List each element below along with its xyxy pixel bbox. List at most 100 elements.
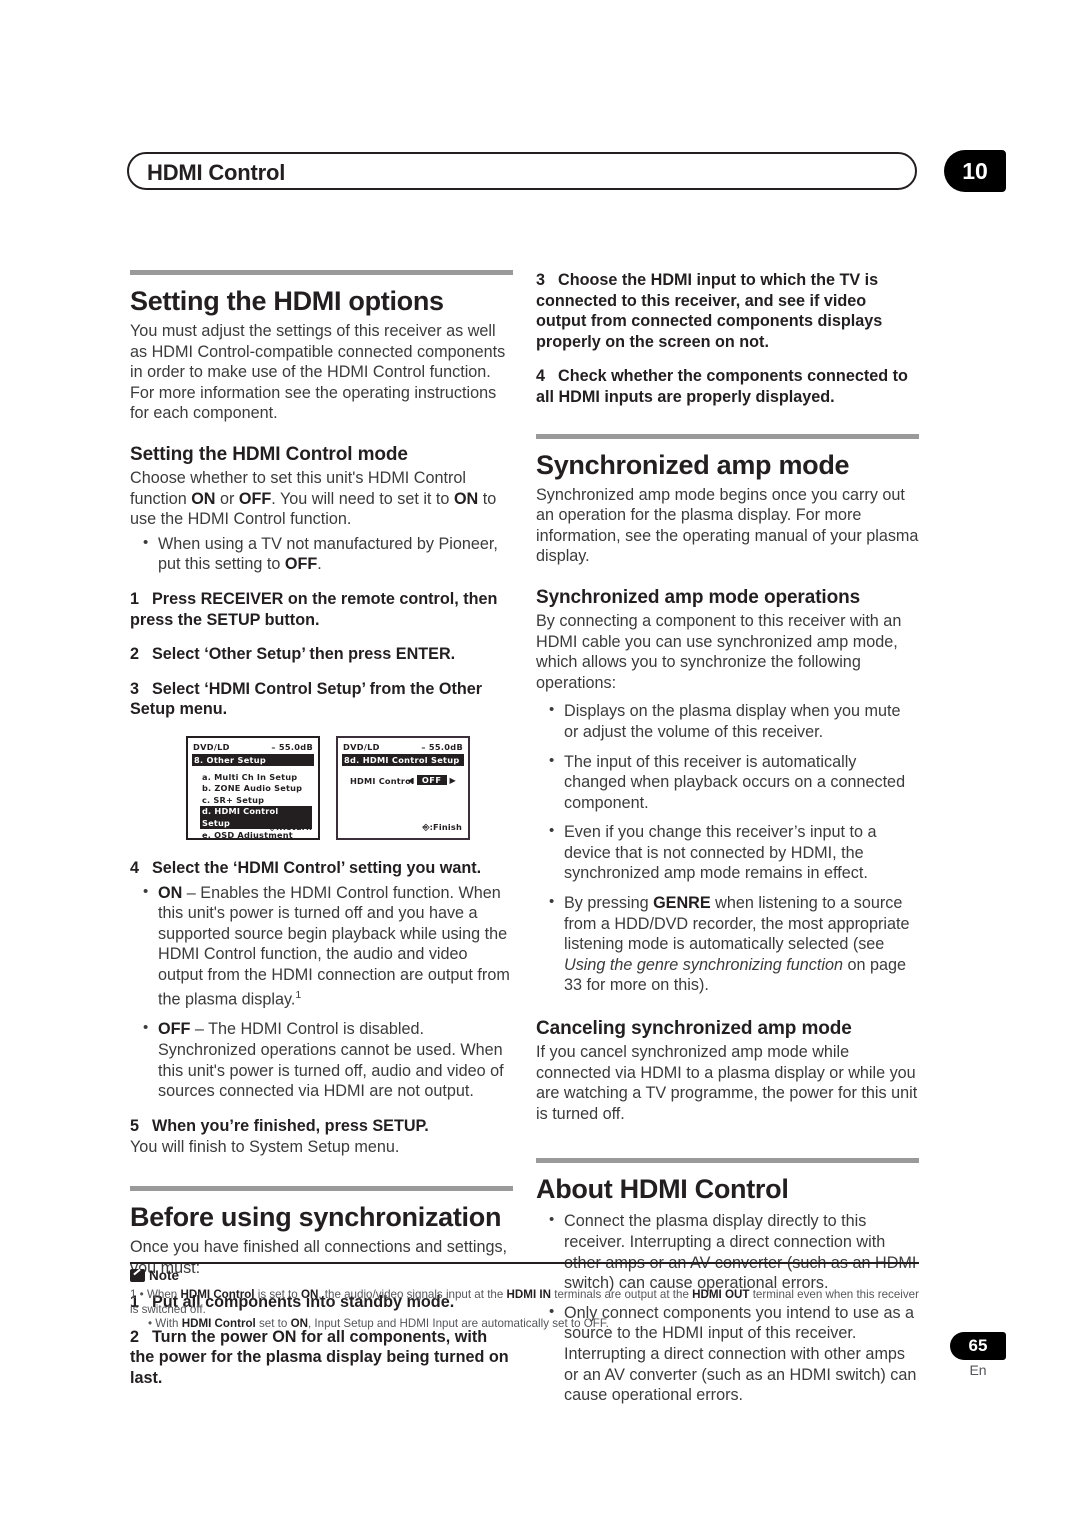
section-rule: [536, 433, 919, 439]
step-5: 5 When you’re finished, press SETUP.: [130, 1116, 513, 1137]
osd-title: 8. Other Setup: [192, 753, 314, 766]
step-4: 4 Select the ‘HDMI Control’ setting you w…: [130, 858, 513, 879]
osd-screen-hdmi-control-setup: DVD/LD – 55.0dB 8d. HDMI Control Setup H…: [336, 735, 470, 840]
bullet-list-tv-note: When using a TV not manufactured by Pion…: [130, 533, 513, 575]
intro-synchronized-amp-mode: Synchronized amp mode begins once you ca…: [536, 485, 919, 566]
text-frag: is set to: [254, 1288, 301, 1301]
text-frag: , the audio/video signals input at the: [318, 1288, 507, 1301]
step-4-continued: 4 Check whether the components connected …: [536, 366, 919, 407]
text-frag: – Enables the HDMI Control function. Whe…: [158, 883, 510, 1009]
page-language-code: En: [969, 1362, 987, 1378]
osd-volume: – 55.0dB: [271, 741, 313, 752]
keyword-hdmi-control: HDMI Control: [181, 1317, 256, 1331]
arrow-right-icon[interactable]: ▶: [450, 775, 457, 785]
text-frag: or: [215, 489, 239, 508]
intro-hdmi-control-mode: Choose whether to set this unit's HDMI C…: [130, 468, 513, 530]
step-text: Choose the HDMI input to which the TV is…: [536, 271, 883, 351]
right-column: 3 Choose the HDMI input to which the TV i…: [536, 270, 919, 1415]
intro-amp-mode-operations: By connecting a component to this receiv…: [536, 611, 902, 692]
step-1: 1 Press RECEIVER on the remote control, t…: [130, 589, 513, 630]
heading-synchronized-amp-mode: Synchronized amp mode: [536, 449, 850, 480]
page-title: HDMI Control: [147, 160, 286, 185]
section-rule: [536, 1158, 919, 1164]
osd-footer-label: :Return: [275, 821, 312, 832]
step-number: 3: [536, 271, 546, 289]
step-text: Press RECEIVER on the remote control, th…: [130, 589, 498, 629]
page-number-badge: 65: [950, 1332, 1006, 1360]
text-frag: .: [317, 555, 322, 574]
return-icon: ⎆: [268, 822, 276, 833]
list-item: Displays on the plasma display when you …: [536, 700, 919, 742]
text-frag: – The HDMI Control is disabled. Synchron…: [158, 1020, 504, 1101]
note-content: 1 • When HDMI Control is set to ON, the …: [130, 1288, 920, 1332]
text-frag: . You will need to set it to: [271, 489, 454, 508]
pencil-icon: [130, 1269, 145, 1282]
heading-synchronized-amp-mode-operations: Synchronized amp mode operations: [536, 586, 861, 608]
heading-before-using-synchronization: Before using synchronization: [130, 1202, 502, 1233]
left-column: Setting the HDMI options You must adjust…: [130, 270, 513, 1389]
osd-footer-return: ⎆:Return: [269, 822, 312, 833]
note-divider: [130, 1262, 919, 1264]
keyword-hdmi-in: HDMI IN: [506, 1288, 551, 1301]
footnote-marker: 1: [295, 989, 302, 1002]
note-label: Note: [149, 1268, 179, 1283]
bullet-list-sync-operations: Displays on the plasma display when you …: [536, 700, 919, 996]
keyword-on: ON: [191, 489, 216, 508]
step-5-follow-text: You will finish to System Setup menu.: [130, 1138, 400, 1157]
step-text: Select the ‘HDMI Control’ setting you wa…: [152, 858, 482, 877]
running-header: HDMI Control: [127, 152, 917, 190]
osd-setting-label: HDMI Control: [350, 775, 414, 786]
keyword-genre: GENRE: [653, 894, 711, 913]
osd-setting-value[interactable]: OFF: [416, 774, 447, 785]
step-number: 4: [536, 367, 546, 386]
text-frag: By pressing: [564, 894, 654, 913]
list-item: Connect the plasma display directly to t…: [536, 1210, 919, 1293]
osd-screen-other-setup: DVD/LD – 55.0dB 8. Other Setup a. Multi …: [186, 735, 320, 840]
step-number: 5: [130, 1116, 140, 1135]
sync-step-2: 2 Turn the power ON for all components, w…: [130, 1327, 513, 1389]
step-text: Turn the power ON for all components, wi…: [130, 1327, 509, 1387]
note-line-2: • With HDMI Control set to ON, Input Set…: [130, 1317, 920, 1332]
section-rule: [130, 1186, 513, 1192]
chapter-number-badge: 10: [944, 150, 1006, 192]
cross-reference-title: Using the genre synchronizing function: [564, 955, 843, 974]
osd-figure: DVD/LD – 55.0dB 8. Other Setup a. Multi …: [186, 735, 478, 844]
step-number: 2: [130, 645, 140, 664]
keyword-off: OFF: [284, 555, 318, 574]
keyword-hdmi-out: HDMI OUT: [692, 1288, 750, 1301]
keyword-off: OFF: [238, 489, 272, 508]
keyword-off: OFF: [158, 1020, 191, 1039]
keyword-on: ON: [300, 1288, 319, 1301]
bullet-list-on-off: ON – Enables the HDMI Control function. …: [130, 882, 513, 1102]
arrow-left-icon[interactable]: ◀: [407, 775, 414, 785]
list-item-off: OFF – The HDMI Control is disabled. Sync…: [130, 1018, 513, 1101]
text-frag: When using a TV not manufactured by Pion…: [158, 534, 498, 574]
step-3-continued: 3 Choose the HDMI input to which the TV i…: [536, 270, 919, 352]
osd-footer-label: :Finish: [429, 821, 462, 832]
return-icon: ⎆: [422, 822, 430, 833]
keyword-on: ON: [290, 1317, 308, 1331]
osd-setting-value-group[interactable]: ◀ OFF ▶: [407, 774, 457, 785]
osd-footer-finish: ⎆:Finish: [423, 822, 462, 833]
osd-setting-row: HDMI Control ◀ OFF ▶: [350, 774, 460, 789]
text-canceling-amp-mode: If you cancel synchronized amp mode whil…: [536, 1043, 918, 1123]
osd-source: DVD/LD: [193, 741, 230, 752]
document-page: HDMI Control 10 Setting the HDMI options…: [0, 0, 1080, 1528]
osd-status-line: DVD/LD – 55.0dB: [193, 742, 313, 754]
osd-menu-item[interactable]: b. ZONE Audio Setup: [200, 783, 312, 794]
osd-menu-item[interactable]: c. SR+ Setup: [200, 795, 312, 806]
step-3: 3 Select ‘HDMI Control Setup’ from the Ot…: [130, 679, 513, 720]
step-number: 4: [130, 858, 140, 877]
keyword-on-2: ON: [453, 489, 479, 508]
list-item: The input of this receiver is automatica…: [536, 751, 919, 814]
intro-setting-hdmi-options: You must adjust the settings of this rec…: [130, 322, 506, 423]
section-rule: [130, 270, 513, 275]
osd-title: 8d. HDMI Control Setup: [342, 753, 464, 766]
osd-menu-item[interactable]: a. Multi Ch In Setup: [200, 772, 312, 783]
intro-before-using-synchronization: Once you have finished all connections a…: [130, 1238, 508, 1277]
step-2: 2 Select ‘Other Setup’ then press ENTER.: [130, 644, 513, 665]
heading-about-hdmi-control: About HDMI Control: [536, 1174, 789, 1205]
step-number: 1: [130, 589, 140, 608]
heading-setting-hdmi-options: Setting the HDMI options: [130, 286, 444, 316]
text-frag: • When: [136, 1288, 181, 1301]
